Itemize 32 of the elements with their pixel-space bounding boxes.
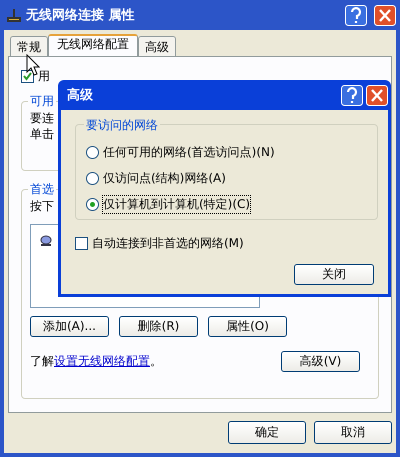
dialog-button[interactable]: 取消 (314, 421, 392, 444)
close-button[interactable]: 关闭 (294, 264, 374, 285)
radio-label: 任何可用的网络(首选访问点)(N) (103, 144, 275, 160)
tab[interactable]: 无线网络配置 (48, 34, 138, 56)
close-icon[interactable] (374, 4, 396, 26)
advanced-button[interactable]: 高级(V) (281, 351, 360, 372)
window-title: 无线网络连接 属性 (26, 6, 136, 24)
radio-button[interactable] (86, 146, 99, 158)
close-icon[interactable] (366, 84, 388, 106)
list-button[interactable]: 添加(A)... (30, 316, 109, 337)
checkbox-label: 自动连接到非首选的网络(M) (92, 234, 244, 252)
learn-text: 了解设置无线网络配置。 (30, 353, 162, 370)
description-text: 要连 (30, 110, 55, 126)
help-icon[interactable] (341, 84, 363, 106)
settings-link[interactable]: 设置无线网络配置 (54, 354, 150, 368)
description-text: 按下 (30, 198, 55, 214)
tab[interactable]: 常规 (10, 36, 48, 56)
radio-label: 仅计算机到计算机(特定)(C) (103, 196, 250, 212)
radio-button[interactable] (86, 172, 99, 184)
radio-button[interactable] (86, 198, 99, 210)
group-label: 可用 (28, 93, 56, 110)
radio-label: 仅访问点(结构)网络(A) (103, 170, 226, 186)
tab[interactable]: 高级 (138, 36, 176, 56)
help-icon[interactable] (345, 4, 367, 26)
group-label: 要访问的网络 (84, 117, 160, 134)
list-button[interactable]: 属性(O) (208, 316, 287, 337)
checkbox-label: 用 (38, 68, 50, 84)
dialog-title: 高级 (67, 86, 94, 104)
list-button[interactable]: 删除(R) (119, 316, 198, 337)
description-text: 单击 (30, 126, 55, 142)
checkbox[interactable] (75, 236, 88, 250)
dialog-button[interactable]: 确定 (228, 421, 306, 444)
